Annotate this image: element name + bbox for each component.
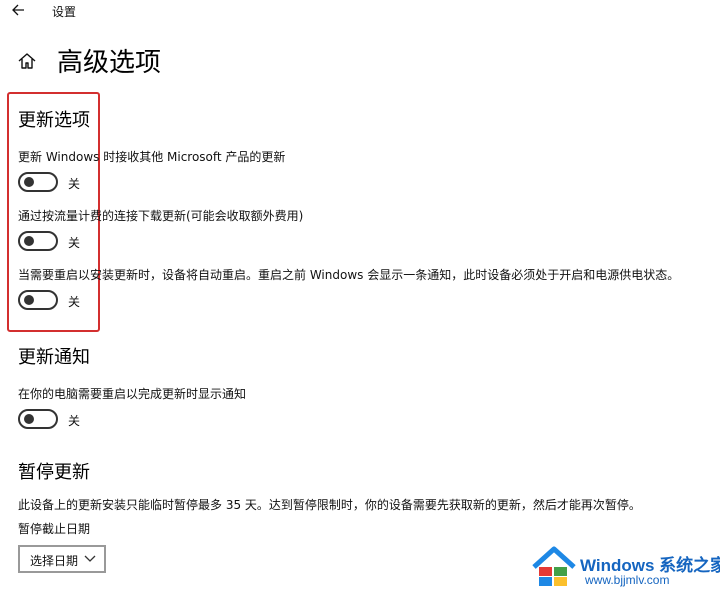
option-label-metered-connection: 通过按流量计费的连接下载更新(可能会收取额外费用) (18, 209, 304, 223)
toggle-knob (24, 295, 34, 305)
toggle-restart-notification[interactable] (18, 409, 58, 429)
app-title: 设置 (52, 5, 77, 19)
watermark: Windows 系统之家 www.bjjmlv.com (528, 543, 720, 591)
toggle-knob (24, 236, 34, 246)
windows-logo-icon (532, 546, 576, 586)
toggle-metered-connection[interactable] (18, 231, 58, 251)
toggle-state-label: 关 (68, 177, 81, 191)
toggle-knob (24, 414, 34, 424)
toggle-state-label: 关 (68, 414, 81, 428)
home-button[interactable] (17, 51, 37, 71)
page-title: 高级选项 (57, 48, 162, 78)
section-title-update-options: 更新选项 (18, 110, 90, 131)
toggle-state-label: 关 (68, 236, 81, 250)
toggle-state-label: 关 (68, 295, 81, 309)
pause-description: 此设备上的更新安装只能临时暂停最多 35 天。达到暂停限制时，你的设备需要先获取… (18, 498, 641, 512)
option-label-auto-restart: 当需要重启以安装更新时，设备将自动重启。重启之前 Windows 会显示一条通知… (18, 268, 680, 282)
watermark-site: www.bjjmlv.com (585, 573, 670, 587)
toggle-knob (24, 177, 34, 187)
back-button[interactable] (10, 0, 28, 20)
pause-date-label: 暂停截止日期 (18, 522, 91, 536)
section-title-pause-updates: 暂停更新 (18, 462, 90, 483)
option-label-restart-notification: 在你的电脑需要重启以完成更新时显示通知 (18, 387, 247, 401)
toggle-auto-restart[interactable] (18, 290, 58, 310)
home-icon (18, 53, 36, 69)
option-label-other-products: 更新 Windows 时接收其他 Microsoft 产品的更新 (18, 150, 286, 164)
dropdown-value: 选择日期 (30, 554, 79, 568)
back-arrow-icon (12, 4, 24, 16)
toggle-other-products[interactable] (18, 172, 58, 192)
section-title-update-notifications: 更新通知 (18, 347, 90, 368)
chevron-down-icon (84, 555, 96, 562)
pause-date-dropdown[interactable]: 选择日期 (18, 545, 106, 573)
